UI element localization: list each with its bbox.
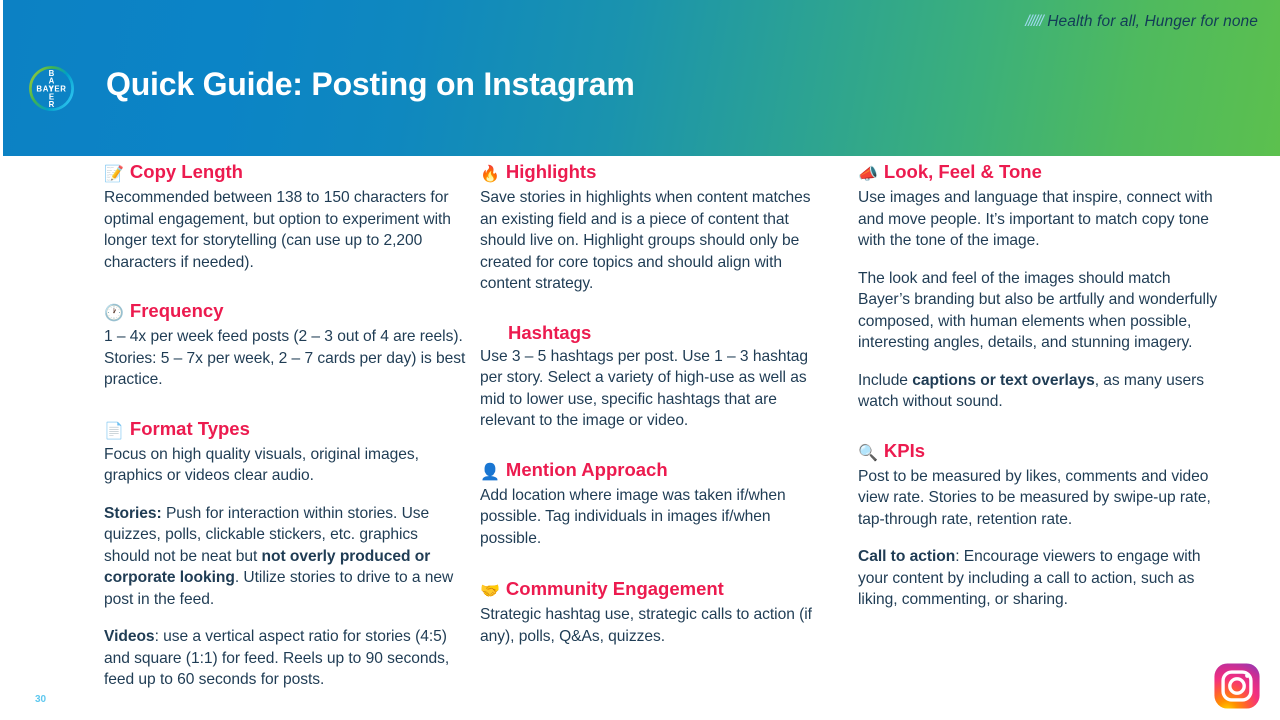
section-body-format-types: Focus on high quality visuals, original … [104, 445, 419, 485]
page-title: Quick Guide: Posting on Instagram [106, 66, 635, 102]
slide-header: //////Health for all, Hunger for none B … [3, 0, 1280, 156]
section-mention-approach: 👤 Mention Approach Add location where ima… [480, 458, 832, 550]
section-body-stories: Stories: Push for interaction within sto… [104, 503, 466, 611]
section-heading-community-engagement: 🤝 Community Engagement [480, 577, 832, 602]
section-body-hashtags: Use 3 – 5 hashtags per post. Use 1 – 3 h… [480, 347, 808, 430]
heading-text: Hashtags [508, 321, 592, 343]
bust-silhouette-icon: 👤 [480, 463, 500, 481]
section-body-copy-length: Recommended between 138 to 150 character… [104, 189, 451, 271]
section-body-look-feel-tone-1: Use images and language that inspire, co… [858, 189, 1213, 250]
section-kpis: 🔍 KPIs Post to be measured by likes, comm… [858, 439, 1218, 611]
heading-text: Format Types [129, 417, 250, 439]
tagline-slashes-icon: ////// [1025, 13, 1043, 30]
stories-label: Stories: [104, 504, 162, 522]
section-heading-highlights: 🔥 Highlights [480, 160, 832, 185]
call-to-action-label: Call to action [858, 548, 956, 566]
clock-icon: 🕐 [104, 305, 124, 323]
column-1: 📝 Copy Length Recommended between 138 to … [104, 160, 466, 691]
section-heading-mention-approach: 👤 Mention Approach [480, 458, 832, 483]
bayer-logo: B A Y E R BAYER [27, 64, 76, 113]
section-frequency: 🕐 Frequency 1 – 4x per week feed posts (2… [104, 299, 466, 391]
section-body-videos: Videos: use a vertical aspect ratio for … [104, 626, 466, 691]
section-body-kpis: Post to be measured by likes, comments a… [858, 467, 1211, 528]
section-heading-format-types: 📄 Format Types [104, 417, 466, 442]
section-heading-hashtags: Hashtags [480, 321, 832, 344]
fire-icon: 🔥 [480, 166, 500, 183]
section-heading-copy-length: 📝 Copy Length [104, 160, 466, 185]
page-number: 30 [35, 694, 47, 705]
section-body-captions: Include captions or text overlays, as ma… [858, 370, 1218, 413]
section-community-engagement: 🤝 Community Engagement Strategic hashtag … [480, 577, 832, 647]
heading-text: Community Engagement [505, 578, 724, 600]
section-body-look-feel-tone-2: The look and feel of the images should m… [858, 269, 1218, 352]
captions-lead: Include [858, 371, 913, 389]
slide: //////Health for all, Hunger for none B … [0, 0, 1280, 720]
heading-text: Highlights [505, 161, 597, 182]
brand-tagline: //////Health for all, Hunger for none [1025, 13, 1258, 31]
section-heading-look-feel-tone: 📣 Look, Feel & Tone [858, 160, 1218, 185]
videos-label: Videos [104, 628, 155, 646]
captions-emphasis: captions or text overlays [912, 371, 1095, 389]
section-highlights: 🔥 Highlights Save stories in highlights w… [480, 160, 832, 295]
section-look-feel-tone: 📣 Look, Feel & Tone Use images and langua… [858, 160, 1218, 413]
heading-text: Copy Length [129, 161, 243, 182]
page-document-icon: 📄 [104, 422, 124, 440]
section-body-community-engagement: Strategic hashtag use, strategic calls t… [480, 606, 812, 645]
instagram-logo-icon [1213, 662, 1261, 710]
section-body-frequency: 1 – 4x per week feed posts (2 – 3 out of… [104, 328, 466, 389]
section-heading-frequency: 🕐 Frequency [104, 299, 466, 324]
column-3: 📣 Look, Feel & Tone Use images and langua… [858, 160, 1218, 611]
memo-icon: 📝 [104, 166, 124, 183]
heading-text: Mention Approach [505, 458, 668, 480]
svg-text:BAYER: BAYER [36, 84, 66, 93]
heading-text: Frequency [129, 300, 224, 322]
section-hashtags: Hashtags Use 3 – 5 hashtags per post. Us… [480, 321, 832, 432]
tagline-text: Health for all, Hunger for none [1047, 13, 1258, 30]
section-body-highlights: Save stories in highlights when content … [480, 189, 811, 293]
section-copy-length: 📝 Copy Length Recommended between 138 to … [104, 160, 466, 273]
videos-text: : use a vertical aspect ratio for storie… [104, 628, 450, 689]
section-heading-kpis: 🔍 KPIs [858, 439, 1218, 464]
column-2: 🔥 Highlights Save stories in highlights w… [480, 160, 832, 647]
section-body-call-to-action: Call to action: Encourage viewers to eng… [858, 546, 1218, 611]
svg-text:R: R [49, 100, 55, 109]
handshake-icon: 🤝 [480, 583, 500, 601]
heading-text: Look, Feel & Tone [883, 161, 1042, 182]
section-format-types: 📄 Format Types Focus on high quality visu… [104, 417, 466, 691]
heading-text: KPIs [883, 439, 926, 461]
megaphone-icon: 📣 [858, 166, 878, 183]
magnifying-glass-icon: 🔍 [858, 444, 878, 462]
section-body-mention-approach: Add location where image was taken if/wh… [480, 486, 786, 547]
content-area: 📝 Copy Length Recommended between 138 to … [0, 160, 1280, 720]
